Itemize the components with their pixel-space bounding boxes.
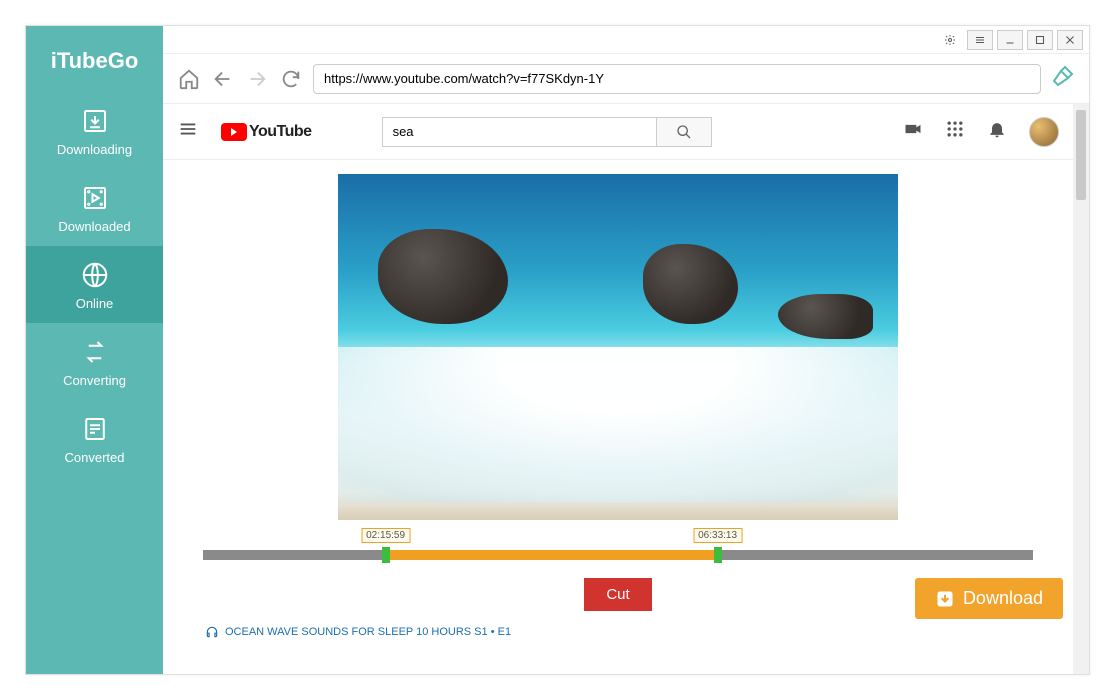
youtube-logo-text: YouTube [249,123,312,141]
action-buttons-row: Cut Download [203,572,1033,621]
video-file-icon [80,183,110,213]
video-player[interactable] [338,174,898,520]
hamburger-icon [177,118,199,140]
browser-page: YouTube [163,104,1073,674]
close-icon [1064,34,1076,46]
broom-icon [1051,64,1075,88]
arrow-left-icon [212,68,234,90]
arrow-right-icon [246,68,268,90]
grid-icon [945,119,965,139]
url-input[interactable] [313,64,1041,94]
window-controls [163,26,1089,54]
youtube-menu-button[interactable] [177,118,199,145]
sidebar-label: Online [76,296,114,311]
scroll-thumb[interactable] [1076,110,1086,200]
youtube-avatar[interactable] [1029,117,1059,147]
video-content [378,229,508,324]
youtube-create-button[interactable] [903,119,923,144]
trim-timeline: 02:15:59 06:33:13 [203,520,1033,572]
youtube-search-button[interactable] [656,117,712,147]
headphones-icon [205,625,219,639]
search-icon [676,124,692,140]
sidebar-label: Downloading [57,142,132,157]
brand-logo: iTubeGo [26,26,163,92]
reload-icon [280,68,302,90]
download-button-label: Download [963,588,1043,609]
reload-button[interactable] [279,67,303,91]
video-content [338,347,898,503]
forward-button[interactable] [245,67,269,91]
youtube-header-icons [903,117,1059,147]
settings-button[interactable] [937,30,963,50]
video-plus-icon [903,119,923,139]
trim-start-handle[interactable] [382,547,390,563]
maximize-icon [1034,34,1046,46]
sidebar-item-downloaded[interactable]: Downloaded [26,169,163,246]
sidebar: iTubeGo Downloading Downloaded Online Co… [26,26,163,674]
vertical-scrollbar[interactable] [1073,104,1089,674]
home-icon [178,68,200,90]
download-button[interactable]: Download [915,578,1063,619]
youtube-search [382,117,712,147]
youtube-logo[interactable]: YouTube [221,123,312,141]
sidebar-item-online[interactable]: Online [26,246,163,323]
address-bar-row [163,54,1089,104]
cut-button[interactable]: Cut [584,578,651,611]
trim-end-label: 06:33:13 [693,528,742,543]
youtube-header: YouTube [163,104,1073,160]
sidebar-item-converted[interactable]: Converted [26,400,163,477]
gear-icon [944,34,956,46]
video-caption-text: OCEAN WAVE SOUNDS FOR SLEEP 10 HOURS S1 … [225,626,511,638]
download-icon [935,589,955,609]
content-wrap: YouTube [163,104,1089,674]
trim-end-handle[interactable] [714,547,722,563]
home-button[interactable] [177,67,201,91]
minimize-button[interactable] [997,30,1023,50]
youtube-notifications-button[interactable] [987,119,1007,144]
sidebar-label: Converted [65,450,125,465]
back-button[interactable] [211,67,235,91]
youtube-search-input[interactable] [382,117,656,147]
convert-icon [80,337,110,367]
youtube-apps-button[interactable] [945,119,965,144]
close-button[interactable] [1057,30,1083,50]
sidebar-label: Downloaded [58,219,130,234]
clear-button[interactable] [1051,64,1075,93]
maximize-button[interactable] [1027,30,1053,50]
sidebar-item-converting[interactable]: Converting [26,323,163,400]
video-area: 02:15:59 06:33:13 Cut Dow [163,160,1073,674]
document-check-icon [80,414,110,444]
globe-icon [80,260,110,290]
app-window: iTubeGo Downloading Downloaded Online Co… [25,25,1090,675]
minimize-icon [1004,34,1016,46]
main-area: YouTube [163,26,1089,674]
sidebar-item-downloading[interactable]: Downloading [26,92,163,169]
video-content [778,294,873,339]
menu-button[interactable] [967,30,993,50]
timeline-track[interactable] [203,550,1033,560]
sidebar-label: Converting [63,373,126,388]
trim-start-label: 02:15:59 [361,528,410,543]
video-caption-row[interactable]: OCEAN WAVE SOUNDS FOR SLEEP 10 HOURS S1 … [203,621,1033,639]
youtube-play-icon [221,123,247,141]
video-content [643,244,738,324]
hamburger-icon [974,34,986,46]
bell-icon [987,119,1007,139]
download-tray-icon [80,106,110,136]
timeline-selected-range [386,550,718,560]
